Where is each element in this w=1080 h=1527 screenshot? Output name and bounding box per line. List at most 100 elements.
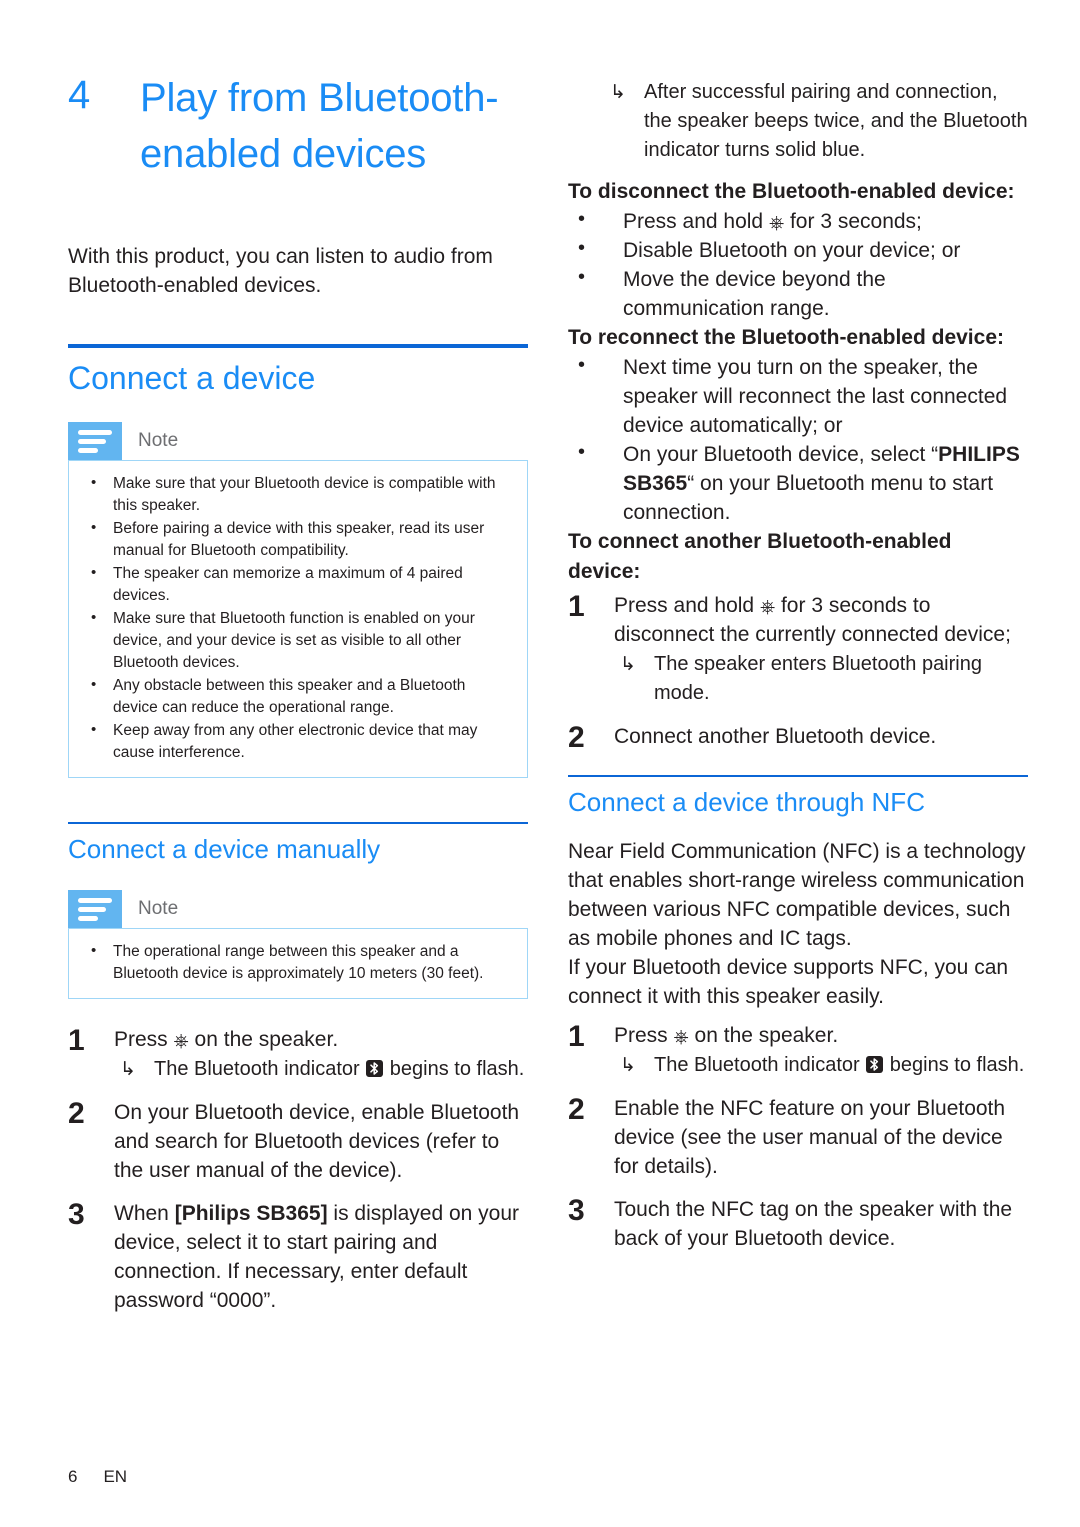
- chapter-number: 4: [68, 73, 91, 117]
- manual-page: 4 Play from Bluetooth-enabled devices Wi…: [0, 0, 1080, 1527]
- section-rule: [568, 775, 1028, 777]
- step-body: When [Philips SB365] is displayed on you…: [114, 1199, 528, 1315]
- section-rule: [68, 822, 528, 824]
- step-number: 1: [568, 590, 585, 623]
- step-body: Connect another Bluetooth device.: [614, 725, 937, 748]
- step: 2 Enable the NFC feature on your Bluetoo…: [568, 1094, 1028, 1181]
- chapter-title: Play from Bluetooth-enabled devices: [140, 76, 499, 176]
- step-text-before: Press: [114, 1028, 174, 1051]
- step: 3 Touch the NFC tag on the speaker with …: [568, 1195, 1028, 1253]
- step-number: 3: [568, 1194, 585, 1227]
- result-arrow-icon: ↳: [620, 1055, 636, 1076]
- result-text: The speaker enters Bluetooth pairing mod…: [654, 653, 982, 704]
- note-box-manual: Note The operational range between this …: [68, 890, 528, 999]
- step-result: ↳ The speaker enters Bluetooth pairing m…: [614, 650, 1028, 708]
- list-item: Any obstacle between this speaker and a …: [79, 674, 513, 719]
- list-item: On your Bluetooth device, select “PHILIP…: [568, 438, 1028, 527]
- step: 1 Press ⎈ on the speaker. ↳ The Bluetoot…: [68, 1025, 528, 1084]
- block-connect-another: To connect another Bluetooth-enabled dev…: [568, 527, 1028, 753]
- note-list: Make sure that your Bluetooth device is …: [79, 472, 513, 764]
- step-body: On your Bluetooth device, enable Bluetoo…: [114, 1101, 520, 1182]
- list-item: Make sure that Bluetooth function is ena…: [79, 607, 513, 674]
- result-text-before: The Bluetooth indicator: [154, 1058, 366, 1080]
- list-item: Move the device beyond the communication…: [568, 263, 1028, 323]
- section-heading-connect-a-device: Connect a device: [68, 360, 316, 396]
- step-text-after: on the speaker.: [188, 1028, 339, 1051]
- step-number: 2: [68, 1097, 85, 1130]
- connect-another-lead: To connect another Bluetooth-enabled dev…: [568, 530, 952, 583]
- note-header: Note: [68, 890, 528, 928]
- section-connect-manually: Connect a device manually Note The opera…: [68, 822, 528, 1315]
- result-text-after: begins to flash.: [384, 1058, 525, 1080]
- step-result: ↳ The Bluetooth indicator begins to flas…: [114, 1055, 528, 1084]
- reconnect-lead: To reconnect the Bluetooth-enabled devic…: [568, 326, 1004, 349]
- right-column: ↳ After successful pairing and connectio…: [568, 0, 1028, 1267]
- step-number: 1: [68, 1024, 85, 1057]
- page-footer: 6 EN: [68, 1467, 127, 1487]
- note-body: The operational range between this speak…: [68, 928, 528, 999]
- step: 2 Connect another Bluetooth device.: [568, 722, 1028, 753]
- list-item: The operational range between this speak…: [79, 940, 513, 985]
- item-text-after: for 3 seconds;: [784, 210, 922, 233]
- nfc-paragraph-1: Near Field Communication (NFC) is a tech…: [568, 840, 1026, 950]
- list-item: Next time you turn on the speaker, the s…: [568, 351, 1028, 440]
- bluetooth-icon: [366, 1060, 384, 1077]
- step: 2 On your Bluetooth device, enable Bluet…: [68, 1098, 528, 1185]
- section-heading-connect-nfc: Connect a device through NFC: [568, 787, 925, 817]
- note-box-connect: Note Make sure that your Bluetooth devic…: [68, 422, 528, 778]
- chapter-heading: 4 Play from Bluetooth-enabled devices: [68, 70, 528, 182]
- result-arrow-icon: ↳: [120, 1059, 136, 1080]
- item-text-part1: On your Bluetooth device, select “: [623, 443, 939, 466]
- result-text: The Bluetooth indicator begins to flash.: [154, 1055, 528, 1084]
- step-body: Press and hold ⎈ for 3 seconds to discon…: [614, 591, 1028, 708]
- bluetooth-icon: [866, 1056, 884, 1073]
- note-body: Make sure that your Bluetooth device is …: [68, 460, 528, 778]
- step-number: 3: [68, 1198, 85, 1231]
- list-item: The speaker can memorize a maximum of 4 …: [79, 562, 513, 607]
- note-list: The operational range between this speak…: [79, 940, 513, 985]
- footer-language: EN: [103, 1467, 128, 1486]
- block-disconnect: To disconnect the Bluetooth-enabled devi…: [568, 177, 1028, 323]
- power-icon: ⎈: [173, 1031, 189, 1052]
- left-column: 4 Play from Bluetooth-enabled devices Wi…: [68, 0, 528, 1329]
- power-icon: ⎈: [768, 213, 785, 234]
- step-text-before: Press and hold: [614, 594, 760, 617]
- section-heading-connect-manually: Connect a device manually: [68, 834, 381, 864]
- result-arrow-icon: ↳: [620, 654, 636, 675]
- steps-connect-manually: 1 Press ⎈ on the speaker. ↳ The Bluetoot…: [68, 1025, 528, 1315]
- chapter-intro: With this product, you can listen to aud…: [68, 245, 493, 297]
- power-icon: ⎈: [673, 1027, 689, 1048]
- footer-page-number: 6: [68, 1467, 78, 1486]
- result-text-before: The Bluetooth indicator: [654, 1054, 866, 1076]
- step-result: ↳ The Bluetooth indicator begins to flas…: [614, 1051, 1028, 1080]
- continued-step-result: ↳ After successful pairing and connectio…: [568, 78, 1028, 165]
- step: 1 Press ⎈ on the speaker. ↳ The Bluetoot…: [568, 1021, 1028, 1080]
- step-body: Press ⎈ on the speaker. ↳ The Bluetooth …: [114, 1025, 528, 1084]
- item-text-before: Press and hold: [623, 210, 769, 233]
- step-number: 2: [568, 1093, 585, 1126]
- result-text: After successful pairing and connection,…: [644, 81, 1028, 161]
- step-body: Touch the NFC tag on the speaker with th…: [614, 1198, 1013, 1250]
- note-label: Note: [138, 430, 179, 451]
- note-icon: [68, 422, 122, 460]
- block-reconnect: To reconnect the Bluetooth-enabled devic…: [568, 323, 1028, 527]
- steps-connect-another: 1 Press and hold ⎈ for 3 seconds to disc…: [568, 591, 1028, 753]
- note-label: Note: [138, 898, 179, 919]
- list-item: Before pairing a device with this speake…: [79, 517, 513, 562]
- section-connect-nfc: Connect a device through NFC Near Field …: [568, 775, 1028, 1253]
- reconnect-list: Next time you turn on the speaker, the s…: [568, 351, 1028, 527]
- result-arrow-icon: ↳: [610, 82, 626, 103]
- list-item: Make sure that your Bluetooth device is …: [79, 472, 513, 517]
- step-number: 1: [568, 1020, 585, 1053]
- section-connect-a-device: Connect a device Note Make sure that you…: [68, 344, 528, 778]
- step-body: Enable the NFC feature on your Bluetooth…: [614, 1097, 1006, 1178]
- step-text-after: on the speaker.: [688, 1024, 839, 1047]
- disconnect-list: Press and hold ⎈ for 3 seconds; Disable …: [568, 205, 1028, 323]
- step-text-before: Press: [614, 1024, 674, 1047]
- result-text-after: begins to flash.: [884, 1054, 1025, 1076]
- step-body: Press ⎈ on the speaker. ↳ The Bluetooth …: [614, 1021, 1028, 1080]
- list-item: Disable Bluetooth on your device; or: [568, 234, 1028, 265]
- steps-nfc: 1 Press ⎈ on the speaker. ↳ The Bluetoot…: [568, 1021, 1028, 1253]
- note-icon: [68, 890, 122, 928]
- list-item: Press and hold ⎈ for 3 seconds;: [568, 205, 1028, 236]
